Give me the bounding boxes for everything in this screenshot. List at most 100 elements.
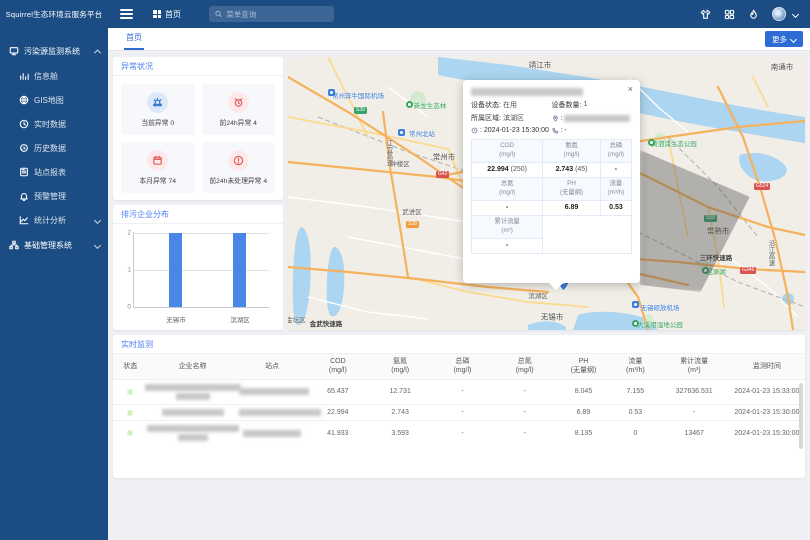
- station-poi-icon[interactable]: [398, 129, 405, 136]
- gis-map[interactable]: 靖江市 南通市 常州市 钟楼区 武进区 金武快速路 无锡市 滨湖区 常熟市 三环…: [288, 57, 805, 330]
- cell-tp: -: [431, 379, 493, 404]
- cell-time: 2024-01-23 15:33:00: [729, 379, 805, 404]
- breadcrumb[interactable]: 首页: [153, 9, 181, 20]
- enterprise-name-redacted: [149, 384, 237, 400]
- layout-icon[interactable]: [724, 9, 735, 20]
- main-content: 异常状况 当前异常 0 前24h异常 4 本月异常 74 前24h未处理异常 4: [108, 51, 810, 540]
- gridline: [133, 233, 269, 234]
- park-poi-icon[interactable]: [648, 139, 655, 146]
- globe-icon: [18, 95, 29, 106]
- cell-cod: 41.933: [307, 421, 369, 446]
- sidebar-item-warning-management[interactable]: 预警管理: [0, 184, 108, 208]
- card-label: 本月异常 74: [139, 175, 176, 185]
- hamburger-menu-icon[interactable]: [120, 7, 133, 21]
- sidebar-item-info-cabin[interactable]: 信息舱: [0, 64, 108, 88]
- app-root: Squirrel生态环境云服务平台 污染源监测系统 信息舱 GIS地图 实时数据: [0, 0, 810, 540]
- table-row[interactable]: 22.994 2.743 - - 6.89 0.53 - 2024-01-23 …: [113, 404, 805, 420]
- tab-home[interactable]: 首页: [124, 28, 144, 50]
- table-row[interactable]: 65.437 12.731 - - 8.045 7.155 327636.531…: [113, 379, 805, 404]
- search-input[interactable]: [226, 10, 328, 19]
- calendar-icon: [147, 150, 168, 171]
- road-badge: G524: [754, 183, 770, 190]
- report-icon: [18, 167, 29, 178]
- airport-poi-icon[interactable]: [632, 301, 639, 308]
- park-poi-icon[interactable]: [632, 320, 639, 327]
- cell-flow: 7.155: [611, 379, 659, 404]
- popup-title-redacted: [471, 88, 632, 96]
- map-label: 常州北站: [409, 128, 435, 138]
- sidebar-item-label: 实时数据: [34, 119, 66, 130]
- map-label: 大溪港湿地公园: [637, 319, 683, 329]
- chevron-up-icon: [94, 49, 101, 56]
- siren-icon: [147, 92, 168, 113]
- bar-wuxi[interactable]: [169, 233, 182, 307]
- cell-tn: -: [494, 379, 556, 404]
- sidebar-item-site-report[interactable]: 站点报表: [0, 160, 108, 184]
- col-tp: 总磷(mg/l): [431, 354, 493, 379]
- more-button[interactable]: 更多: [765, 31, 803, 47]
- card-month-abnormal[interactable]: 本月异常 74: [121, 142, 195, 193]
- sidebar-item-label: 站点报表: [34, 167, 66, 178]
- card-unhandled-abnormal[interactable]: 前24h未处理异常 4: [202, 142, 276, 193]
- header-actions: [700, 7, 810, 21]
- col-time: 监测时间: [729, 354, 805, 379]
- bar-binhu[interactable]: [233, 233, 246, 307]
- clock-icon: [18, 119, 29, 130]
- sidebar-item-label: 历史数据: [34, 143, 66, 154]
- line-chart-icon: [18, 215, 29, 226]
- col-enterprise: 企业名称: [148, 354, 238, 379]
- y-tick: 1: [121, 267, 131, 274]
- bell-icon: [18, 191, 29, 202]
- table-scrollbar[interactable]: [799, 383, 803, 449]
- region-field: 所属区域:滨湖区: [471, 113, 552, 123]
- map-label: 沿江高速: [765, 240, 775, 266]
- flame-icon[interactable]: [748, 9, 759, 20]
- card-current-abnormal[interactable]: 当前异常 0: [121, 84, 195, 135]
- clock-icon: [471, 127, 478, 134]
- map-label: 滨湖区: [528, 290, 548, 300]
- sidebar-group-basic-management[interactable]: 基础管理系统: [0, 232, 108, 258]
- cell-tp: -: [431, 421, 493, 446]
- metric-value: 22.994 (250): [472, 162, 543, 177]
- theme-skin-icon[interactable]: [700, 9, 711, 20]
- phone-icon: [552, 127, 559, 134]
- user-avatar[interactable]: [772, 7, 786, 21]
- sidebar-item-gis-map[interactable]: GIS地图: [0, 88, 108, 112]
- cell-time: 2024-01-23 15:30:00: [729, 404, 805, 420]
- bar-chart: 2 1 0 无锡市 滨湖区: [133, 228, 275, 326]
- cell-cod: 65.437: [307, 379, 369, 404]
- sidebar-item-label: GIS地图: [34, 95, 64, 106]
- site-name-redacted: [239, 388, 309, 395]
- enterprise-distribution-panel: 排污企业分布 2 1 0 无锡市 滨湖区: [113, 205, 283, 330]
- road-badge: G346: [740, 267, 756, 274]
- table-row[interactable]: 41.933 3.593 - - 8.135 0 13467 2024-01-2…: [113, 421, 805, 446]
- airport-poi-icon[interactable]: [328, 89, 335, 96]
- map-label: 无锡市: [541, 312, 564, 323]
- table-header-row: 状态 企业名称 站点 COD(mg/l) 氨氮(mg/l) 总磷(mg/l) 总…: [113, 354, 805, 379]
- map-label: 常州奔牛国际机场: [332, 90, 384, 100]
- device-info-popup: × 设备状态:在用 设备数量:1 所属区域:滨湖区: [463, 80, 640, 283]
- sidebar-item-realtime-data[interactable]: 实时数据: [0, 112, 108, 136]
- close-icon[interactable]: ×: [628, 85, 633, 94]
- user-menu-chevron-icon[interactable]: [792, 10, 799, 17]
- metric-value: -: [472, 200, 543, 215]
- metric-value: 0.53: [600, 200, 631, 215]
- menu-search[interactable]: [209, 6, 334, 22]
- cell-total-flow: 13467: [660, 421, 729, 446]
- panel-title: 实时监测: [113, 335, 805, 354]
- sidebar-item-statistics[interactable]: 统计分析: [0, 208, 108, 232]
- cell-nh3n: 3.593: [369, 421, 431, 446]
- address-field: :: [552, 115, 633, 122]
- sidebar-group-pollution-monitoring[interactable]: 污染源监测系统: [0, 38, 108, 64]
- cell-flow: 0: [611, 421, 659, 446]
- map-label: 金武快速路: [310, 318, 343, 328]
- map-label: 靖江市: [529, 60, 552, 71]
- card-label: 当前异常 0: [141, 117, 174, 127]
- park-poi-icon[interactable]: [406, 101, 413, 108]
- card-last24h-abnormal[interactable]: 前24h异常 4: [202, 84, 276, 135]
- card-label: 前24h异常 4: [220, 117, 257, 127]
- metric-header: 流量(m³/h): [600, 177, 631, 200]
- dashboard-icon: [18, 71, 29, 82]
- location-pin-icon: [552, 115, 559, 122]
- sidebar-item-history-data[interactable]: 历史数据: [0, 136, 108, 160]
